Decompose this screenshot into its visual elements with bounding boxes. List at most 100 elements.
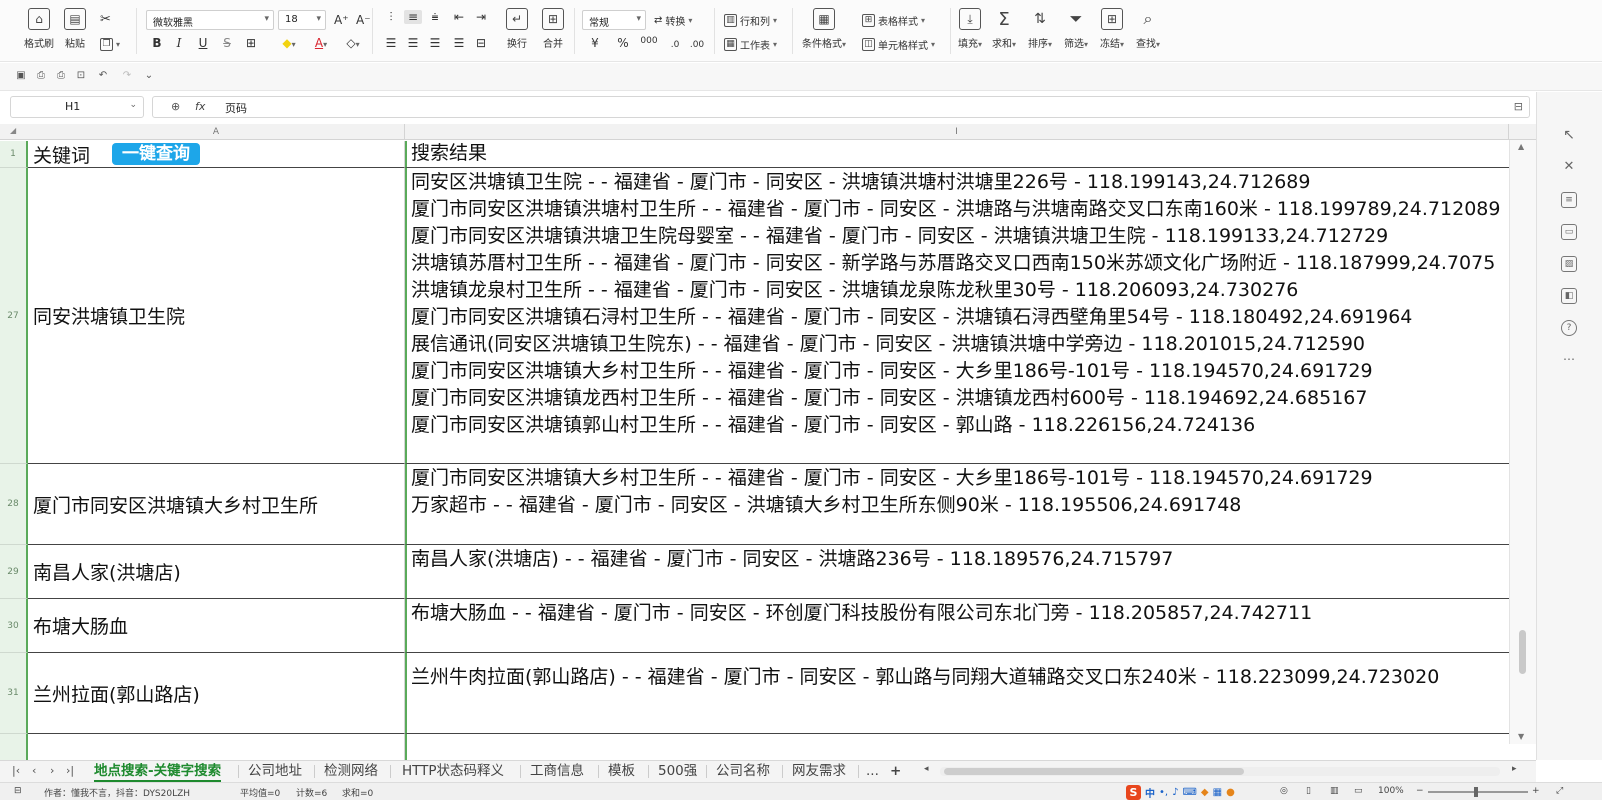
zoom-in-icon[interactable]: + (1532, 786, 1540, 796)
backup-icon[interactable]: ◧ (1561, 288, 1577, 304)
horizontal-scroll-thumb[interactable] (944, 768, 1244, 775)
next-sheet-icon[interactable]: › (50, 764, 54, 777)
vertical-scroll-thumb[interactable] (1519, 630, 1526, 674)
distribute-button[interactable]: ⊟ (472, 36, 490, 50)
cell-keyword-header[interactable]: 关键词 一键查询 (28, 141, 405, 168)
tools-icon[interactable]: ✕ (1561, 160, 1577, 176)
align-bottom-button[interactable]: ⩧ (426, 10, 444, 25)
underline-button[interactable]: U (194, 36, 212, 50)
save-icon[interactable]: ▣ (14, 70, 28, 84)
currency-button[interactable]: ¥ (586, 36, 604, 50)
sheet-tab[interactable]: HTTP状态码释义 (402, 761, 504, 782)
zoom-formula-icon[interactable]: ⊕ (171, 100, 180, 113)
sheet-tab[interactable]: 网友需求 (792, 761, 846, 782)
font-size-select[interactable]: 18 ▾ (278, 10, 326, 30)
normal-view-icon[interactable]: ◎ (1280, 786, 1288, 796)
rows-cols-button[interactable]: ▥ 行和列 ▾ (724, 13, 777, 28)
page-layout-icon[interactable]: ▯ (1306, 786, 1311, 796)
cell-keyword[interactable]: 兰州拉面(郭山路店) (28, 653, 405, 734)
macro-icon[interactable]: ⊟ (14, 786, 22, 796)
row-header[interactable]: 31 (0, 653, 28, 734)
wrap-text-button[interactable]: ↵ 换行 (506, 8, 528, 50)
row-header[interactable]: 27 (0, 168, 28, 464)
cell-keyword[interactable]: 同安洪塘镇卫生院 (28, 168, 405, 464)
font-color-button[interactable]: A▾ (308, 36, 334, 50)
select-all-corner[interactable]: ◢ (0, 124, 28, 140)
sort-button[interactable]: ⇅ 排序▾ (1028, 8, 1052, 50)
zoom-level[interactable]: 100% (1378, 786, 1404, 796)
export-pdf-icon[interactable]: ⎙ (34, 70, 48, 84)
name-box[interactable]: H1 ⌄ (10, 96, 144, 118)
sheet-tab[interactable]: 模板 (608, 761, 635, 782)
format-painter-button[interactable]: ⌂ 格式刷 (24, 8, 54, 50)
sum-button[interactable]: Σ 求和▾ (992, 8, 1016, 51)
zoom-slider[interactable] (1428, 787, 1528, 797)
paste-button[interactable]: ▤ 粘贴 (64, 8, 86, 50)
sliders-icon[interactable]: ≡ (1561, 192, 1577, 208)
convert-button[interactable]: ⇄ 转换 ▾ (654, 13, 692, 28)
scroll-up-icon[interactable]: ▲ (1518, 142, 1524, 151)
chart-icon[interactable]: ▨ (1561, 256, 1577, 272)
align-left-button[interactable]: ☰ (382, 36, 400, 50)
add-sheet-button[interactable]: + (890, 761, 901, 782)
chevron-down-icon[interactable]: ⌄ (142, 70, 156, 84)
cell-result[interactable]: 布塘大肠血 - - 福建省 - 厦门市 - 同安区 - 环创厦门科技股份有限公司… (405, 599, 1509, 653)
increase-decimal-button[interactable]: .0 (666, 36, 684, 50)
row-header[interactable]: 28 (0, 464, 28, 545)
horizontal-scrollbar[interactable] (940, 767, 1500, 776)
clear-format-button[interactable]: ◇▾ (340, 36, 366, 50)
indent-button[interactable]: ⇥ (472, 10, 490, 24)
row-header-partial[interactable] (0, 734, 28, 760)
cell-keyword[interactable]: 厦门市同安区洪塘镇大乡村卫生所 (28, 464, 405, 545)
cell-style-button[interactable]: ◫ 单元格样式 ▾ (862, 37, 935, 52)
copy-button[interactable]: ❐ ▾ (100, 38, 120, 51)
conditional-format-button[interactable]: ▦ 条件格式▾ (802, 8, 846, 50)
align-center-button[interactable]: ☰ (404, 36, 422, 50)
sheet-tab[interactable]: 检测网络 (324, 761, 378, 782)
column-header-i[interactable]: I (405, 124, 1509, 140)
expand-formula-icon[interactable]: ⊟ (1514, 100, 1523, 113)
help-icon[interactable]: ? (1561, 320, 1577, 336)
row-header[interactable]: 1 (0, 141, 28, 168)
decrease-font-button[interactable]: A⁻ (356, 13, 371, 27)
reading-mode-icon[interactable]: ▭ (1354, 786, 1363, 796)
one-click-query-button[interactable]: 一键查询 (112, 143, 201, 165)
insert-function-button[interactable]: fx (195, 100, 205, 113)
undo-icon[interactable]: ↶ (96, 70, 110, 84)
fill-button[interactable]: ⤓ 填充▾ (958, 8, 982, 50)
number-format-select[interactable]: 常规 ▾ (582, 10, 646, 30)
scroll-down-icon[interactable]: ▼ (1518, 732, 1524, 741)
sheet-tab[interactable]: 500强 (658, 761, 697, 782)
cell-result[interactable]: 同安区洪塘镇卫生院 - - 福建省 - 厦门市 - 同安区 - 洪塘镇洪塘村洪塘… (405, 168, 1509, 464)
cell-result[interactable]: 厦门市同安区洪塘镇大乡村卫生所 - - 福建省 - 厦门市 - 同安区 - 大乡… (405, 464, 1509, 545)
border-button[interactable]: ⊞ (242, 36, 260, 50)
fill-color-button[interactable]: ◆▾ (276, 36, 302, 50)
outdent-button[interactable]: ⇤ (450, 10, 468, 24)
sheet-tab[interactable]: 工商信息 (530, 761, 584, 782)
cell-keyword[interactable]: 南昌人家(洪塘店) (28, 545, 405, 599)
vertical-scrollbar[interactable]: ▲ ▼ (1509, 140, 1536, 744)
percent-button[interactable]: % (614, 36, 632, 50)
table-style-button[interactable]: ⊞ 表格样式 ▾ (862, 13, 925, 28)
print-preview-icon[interactable]: ⊡ (74, 70, 88, 84)
find-button[interactable]: ⌕ 查找▾ (1136, 8, 1160, 50)
freeze-button[interactable]: ⊞ 冻结▾ (1100, 8, 1124, 50)
pointer-icon[interactable]: ↖ (1561, 128, 1577, 144)
align-right-button[interactable]: ☰ (426, 36, 444, 50)
redo-icon[interactable]: ↷ (120, 70, 134, 84)
filter-button[interactable]: ⏷ 筛选▾ (1064, 8, 1088, 50)
ime-toolbar[interactable]: S 中 •, ♪ ⌨ ◆ ▦ ● (1126, 784, 1235, 800)
column-header-a[interactable]: A (28, 124, 405, 140)
decrease-decimal-button[interactable]: .00 (688, 36, 706, 50)
strikethrough-button[interactable]: S (218, 36, 236, 50)
sheet-tab[interactable]: 公司地址 (248, 761, 302, 782)
last-sheet-icon[interactable]: ›| (66, 764, 74, 777)
zoom-out-icon[interactable]: − (1416, 786, 1424, 796)
comment-icon[interactable]: ▭ (1561, 224, 1577, 240)
scroll-right-icon[interactable]: ▸ (1512, 764, 1517, 774)
scroll-left-icon[interactable]: ◂ (924, 764, 929, 774)
fullscreen-icon[interactable]: ⤢ (1556, 786, 1563, 796)
cell-result[interactable]: 南昌人家(洪塘店) - - 福建省 - 厦门市 - 同安区 - 洪塘路236号 … (405, 545, 1509, 599)
cut-button[interactable]: ✂ (100, 12, 111, 27)
bold-button[interactable]: B (148, 36, 166, 50)
